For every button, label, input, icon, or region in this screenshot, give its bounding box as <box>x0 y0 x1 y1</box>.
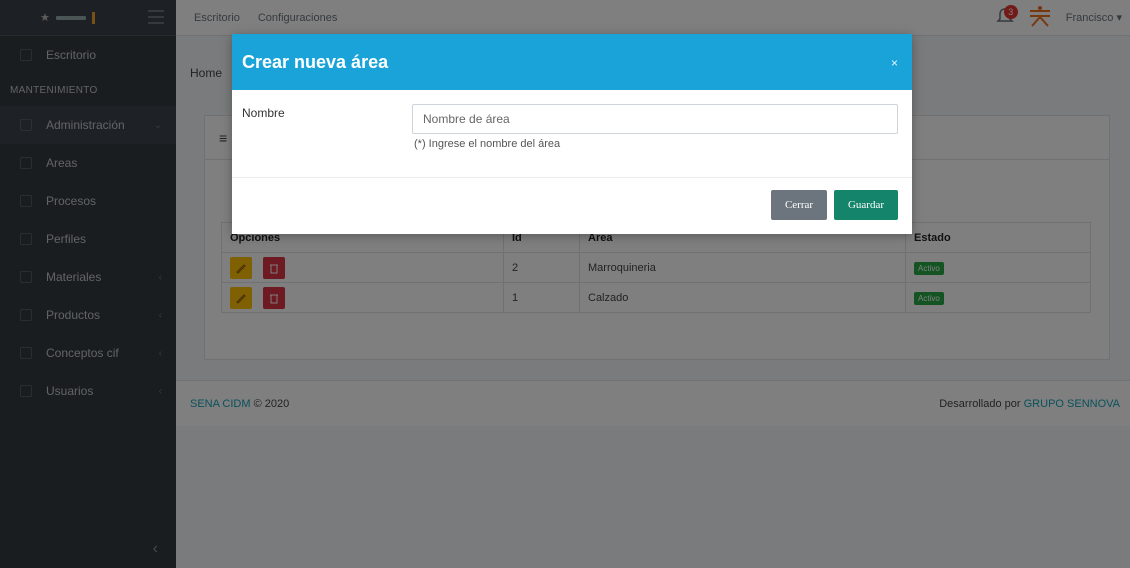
modal-footer: Cerrar Guardar <box>232 178 912 234</box>
area-name-input[interactable] <box>412 104 898 134</box>
modal-header: Crear nueva área × <box>232 34 912 90</box>
save-button[interactable]: Guardar <box>834 190 898 220</box>
name-field-label: Nombre <box>242 106 285 120</box>
modal-title: Crear nueva área <box>242 51 389 72</box>
name-field-help: (*) Ingrese el nombre del área <box>414 138 561 150</box>
modal-body: Nombre (*) Ingrese el nombre del área <box>232 90 912 178</box>
close-button[interactable]: Cerrar <box>771 190 827 220</box>
create-area-modal: Crear nueva área × Nombre (*) Ingrese el… <box>232 34 912 234</box>
close-icon[interactable]: × <box>891 56 898 70</box>
